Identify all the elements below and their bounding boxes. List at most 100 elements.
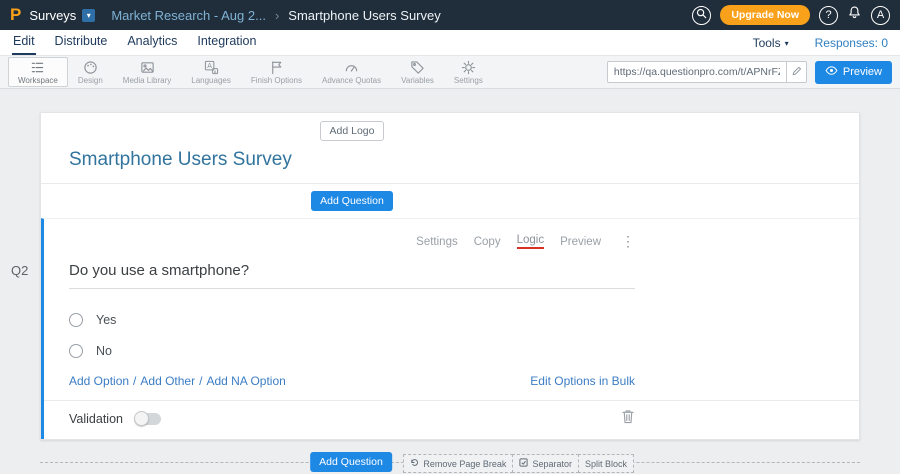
- flag-icon: [269, 60, 284, 75]
- tab-integration[interactable]: Integration: [196, 30, 257, 55]
- survey-editor-canvas: Add Logo Smartphone Users Survey Add Que…: [0, 89, 900, 460]
- edit-url-button[interactable]: [786, 62, 806, 82]
- toolbar-item-label: Advance Quotas: [322, 76, 381, 85]
- editor-toolbar: Workspace Design Media Library Aa Langua…: [0, 56, 900, 89]
- avatar-initial: A: [877, 9, 884, 21]
- logo-row: Add Logo: [41, 113, 859, 141]
- toolbar-item-media-library[interactable]: Media Library: [113, 57, 181, 87]
- survey-card: Add Logo Smartphone Users Survey Add Que…: [40, 112, 860, 440]
- remove-page-break-button[interactable]: Remove Page Break: [403, 454, 513, 473]
- validation-toggle[interactable]: [135, 413, 161, 425]
- toolbar-item-settings[interactable]: Settings: [444, 57, 493, 87]
- split-block-button[interactable]: Split Block: [578, 454, 634, 473]
- breadcrumb-current-survey: Smartphone Users Survey: [288, 8, 440, 23]
- survey-url-input[interactable]: [608, 66, 786, 78]
- toolbar-item-design[interactable]: Design: [68, 57, 113, 87]
- chevron-down-icon: ▾: [785, 39, 789, 48]
- toolbar-item-label: Settings: [454, 76, 483, 85]
- edit-options-in-bulk-link[interactable]: Edit Options in Bulk: [530, 374, 635, 388]
- toolbar-item-label: Workspace: [18, 76, 58, 85]
- link-separator: /: [199, 374, 202, 388]
- topbar-actions: Upgrade Now ? A: [692, 5, 890, 25]
- radio-button[interactable]: [69, 313, 83, 327]
- question-action-copy[interactable]: Copy: [474, 236, 501, 248]
- answer-option-label[interactable]: No: [96, 344, 112, 358]
- tag-icon: [410, 60, 425, 75]
- page-break-bar: Add Question Remove Page Break Separator…: [40, 452, 860, 474]
- question-id-label: Q2: [11, 263, 28, 278]
- question-action-preview[interactable]: Preview: [560, 236, 601, 248]
- questionpro-logo[interactable]: P: [10, 5, 21, 25]
- preview-button[interactable]: Preview: [815, 61, 892, 84]
- answer-option-label[interactable]: Yes: [96, 313, 116, 327]
- translate-icon: Aa: [204, 60, 219, 75]
- pencil-icon: [791, 63, 802, 81]
- survey-title[interactable]: Smartphone Users Survey: [69, 149, 635, 171]
- svg-text:a: a: [213, 68, 216, 73]
- answer-option-no[interactable]: No: [69, 343, 635, 359]
- question-action-logic[interactable]: Logic: [517, 234, 545, 249]
- page-break-controls: Remove Page Break Separator Split Block: [404, 454, 634, 473]
- add-option-link[interactable]: Add Option: [69, 374, 129, 388]
- radio-button[interactable]: [69, 344, 83, 358]
- toolbar-right-group: Preview: [607, 61, 892, 84]
- surveys-label: Surveys: [29, 8, 76, 23]
- eye-icon: [825, 66, 838, 78]
- gauge-icon: [344, 60, 359, 75]
- trash-icon: [621, 409, 635, 429]
- add-other-link[interactable]: Add Other: [140, 374, 195, 388]
- answer-option-yes[interactable]: Yes: [69, 312, 635, 328]
- separator-button[interactable]: Separator: [512, 454, 579, 473]
- responses-count-link[interactable]: Responses: 0: [815, 36, 888, 50]
- tab-analytics[interactable]: Analytics: [126, 30, 178, 55]
- toolbar-item-label: Variables: [401, 76, 434, 85]
- add-logo-button[interactable]: Add Logo: [320, 121, 385, 141]
- separator-label: Separator: [532, 459, 572, 469]
- add-question-row-top: Add Question: [41, 184, 859, 218]
- image-icon: [140, 60, 155, 75]
- notifications-button[interactable]: [847, 5, 862, 25]
- breadcrumb-separator: ›: [275, 8, 279, 23]
- help-button[interactable]: ?: [819, 6, 838, 25]
- add-question-button-top[interactable]: Add Question: [311, 191, 393, 211]
- question-text-field[interactable]: Do you use a smartphone?: [69, 262, 635, 289]
- toolbar-item-finish-options[interactable]: Finish Options: [241, 57, 312, 87]
- add-na-option-link[interactable]: Add NA Option: [206, 374, 285, 388]
- toolbar-item-label: Finish Options: [251, 76, 302, 85]
- tools-dropdown[interactable]: Tools ▾: [753, 36, 789, 50]
- more-options-icon[interactable]: ⋮: [621, 233, 635, 250]
- toolbar-item-languages[interactable]: Aa Languages: [181, 57, 241, 87]
- link-separator: /: [133, 374, 136, 388]
- delete-question-button[interactable]: [621, 409, 635, 429]
- chevron-down-icon: ▾: [82, 9, 95, 22]
- toolbar-item-label: Languages: [191, 76, 231, 85]
- search-button[interactable]: [692, 6, 711, 25]
- bell-icon: [847, 5, 862, 25]
- toolbar-item-variables[interactable]: Variables: [391, 57, 444, 87]
- toggle-knob: [134, 411, 149, 426]
- add-question-button-bottom[interactable]: Add Question: [310, 452, 392, 472]
- split-block-label: Split Block: [585, 459, 627, 469]
- breadcrumb: Market Research - Aug 2... › Smartphone …: [111, 8, 440, 23]
- question-actions: Settings Copy Logic Preview ⋮: [69, 233, 635, 250]
- question-block: Q2 Settings Copy Logic Preview ⋮ Do you …: [41, 218, 859, 439]
- breadcrumb-parent-folder[interactable]: Market Research - Aug 2...: [111, 8, 266, 23]
- palette-icon: [83, 60, 98, 75]
- surveys-dropdown[interactable]: Surveys ▾: [29, 8, 95, 23]
- tab-distribute[interactable]: Distribute: [54, 30, 109, 55]
- toolbar-item-workspace[interactable]: Workspace: [8, 57, 68, 87]
- option-links-row: Add Option / Add Other / Add NA Option E…: [69, 374, 635, 388]
- question-action-settings[interactable]: Settings: [416, 236, 458, 248]
- upgrade-now-button[interactable]: Upgrade Now: [720, 5, 810, 25]
- title-row: Smartphone Users Survey: [41, 149, 859, 171]
- tools-label: Tools: [753, 36, 781, 50]
- top-navbar: P Surveys ▾ Market Research - Aug 2... ›…: [0, 0, 900, 30]
- svg-text:A: A: [207, 63, 212, 70]
- avatar[interactable]: A: [871, 6, 890, 25]
- toolbar-item-label: Design: [78, 76, 103, 85]
- tabs-right-group: Tools ▾ Responses: 0: [753, 36, 888, 55]
- survey-url-box: [607, 61, 807, 83]
- main-tabs: Edit Distribute Analytics Integration To…: [0, 30, 900, 56]
- tab-edit[interactable]: Edit: [12, 30, 36, 55]
- toolbar-item-advance-quotas[interactable]: Advance Quotas: [312, 57, 391, 87]
